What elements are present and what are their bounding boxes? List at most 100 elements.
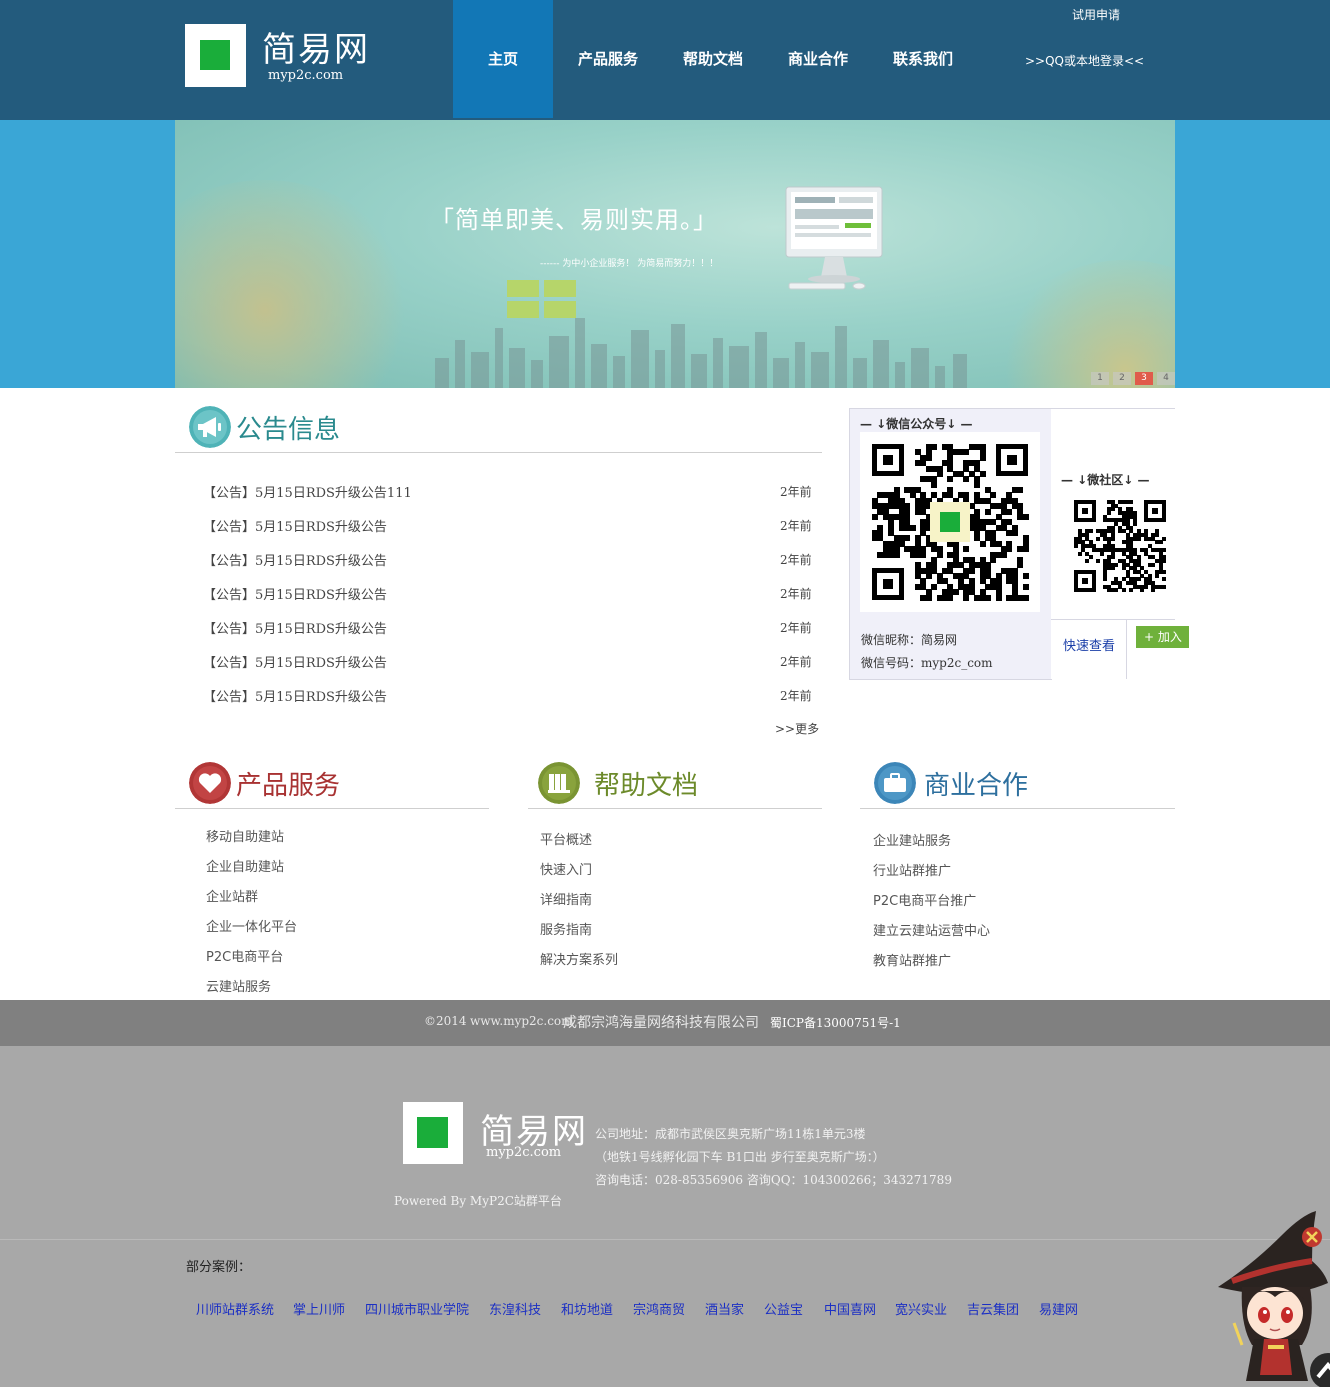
case-link[interactable]: 川师站群系统 — [196, 1299, 274, 1318]
mascot-character-widget[interactable] — [1212, 1205, 1330, 1387]
nav-products[interactable]: 产品服务 — [566, 0, 650, 118]
notice-item[interactable]: 【公告】5月15日RDS升级公告 2年前 — [203, 516, 813, 536]
notice-title: 【公告】5月15日RDS升级公告 — [203, 656, 387, 671]
qq-login-link[interactable]: >>QQ或本地登录<< — [1025, 52, 1144, 69]
help-link[interactable]: 服务指南 — [540, 919, 592, 938]
copyright-company: 成都宗鸿海量网络科技有限公司 — [563, 1015, 759, 1031]
community-qr-code — [1071, 497, 1171, 597]
logo-mark — [185, 24, 246, 87]
cooperation-link[interactable]: 企业建站服务 — [873, 830, 951, 849]
banner-slogan: 「简单即美、易则实用。」 — [430, 206, 718, 234]
site-logo[interactable]: 简易网 myp2c.com — [185, 24, 385, 88]
footer-logo-mark — [403, 1102, 463, 1164]
banner: 「简单即美、易则实用。」 ------ 为中小企业服务！ 为简易而努力！！！ 1… — [0, 120, 1330, 388]
banner-page-dot[interactable]: 1 — [1091, 372, 1109, 385]
banner-page-dot[interactable]: 2 — [1113, 372, 1131, 385]
product-link[interactable]: 企业一体化平台 — [206, 916, 297, 935]
footer-contact: 咨询电话：028-85356906 咨询QQ：104300266；3432717… — [595, 1173, 952, 1187]
nav-contact[interactable]: 联系我们 — [881, 0, 965, 118]
help-section-header: 帮助文档 — [528, 752, 822, 809]
notice-section-header: 公告信息 — [175, 396, 822, 453]
footer-logo-subtitle: myp2c.com — [486, 1145, 562, 1160]
notice-date: 2年前 — [780, 689, 812, 703]
case-link[interactable]: 和坊地道 — [561, 1299, 613, 1318]
cooperation-link[interactable]: 教育站群推广 — [873, 950, 951, 969]
product-link[interactable]: 移动自助建站 — [206, 826, 284, 845]
case-link[interactable]: 吉云集团 — [967, 1299, 1019, 1318]
footer-address: 公司地址：成都市武侯区奥克斯广场11栋1单元3楼 — [595, 1127, 866, 1141]
notice-item[interactable]: 【公告】5月15日RDS升级公告 2年前 — [203, 652, 813, 672]
case-link[interactable]: 酒当家 — [705, 1299, 744, 1318]
city-skyline-graphic — [425, 308, 1025, 388]
site-footer: 简易网 myp2c.com 公司地址：成都市武侯区奥克斯广场11栋1单元3楼 （… — [0, 1046, 1330, 1387]
notice-title: 【公告】5月15日RDS升级公告 — [203, 520, 387, 535]
cases-label: 部分案例： — [186, 1260, 252, 1275]
help-link[interactable]: 快速入门 — [540, 859, 592, 878]
qr-modules — [1074, 500, 1167, 593]
notice-item[interactable]: 【公告】5月15日RDS升级公告 2年前 — [203, 686, 813, 706]
briefcase-icon — [874, 762, 916, 804]
help-link[interactable]: 解决方案系列 — [540, 949, 618, 968]
case-link[interactable]: 掌上川师 — [293, 1299, 345, 1318]
case-link[interactable]: 中国喜网 — [824, 1299, 876, 1318]
join-button[interactable]: + 加入 — [1136, 626, 1189, 648]
case-link[interactable]: 宽兴实业 — [895, 1299, 947, 1318]
product-link[interactable]: 云建站服务 — [206, 976, 271, 995]
product-link[interactable]: 企业站群 — [206, 886, 258, 905]
case-link[interactable]: 易建网 — [1039, 1299, 1078, 1318]
site-header: 简易网 myp2c.com 主页 产品服务 帮助文档 商业合作 联系我们 试用申… — [0, 0, 1330, 120]
help-link[interactable]: 详细指南 — [540, 889, 592, 908]
computer-monitor-graphic — [785, 186, 883, 290]
copyright-domain[interactable]: www.myp2c.com — [470, 1014, 573, 1028]
icp-record-link[interactable]: 蜀ICP备13000751号-1 — [770, 1014, 901, 1031]
books-icon — [538, 762, 580, 804]
quick-view-link[interactable]: 快速查看 — [1063, 635, 1115, 654]
banner-subtitle: ------ 为中小企业服务！ 为简易而努力！！！ — [540, 259, 719, 269]
products-section-title: 产品服务 — [236, 771, 341, 801]
wechat-nickname: 微信昵称：简易网 — [861, 633, 958, 647]
logo-green-square — [200, 40, 230, 70]
case-link[interactable]: 东湟科技 — [489, 1299, 541, 1318]
cooperation-section-header: 商业合作 — [860, 752, 1175, 809]
banner-glow-left — [175, 180, 415, 388]
banner-slide[interactable]: 「简单即美、易则实用。」 ------ 为中小企业服务！ 为简易而努力！！！ 1… — [175, 120, 1175, 388]
notice-item[interactable]: 【公告】5月15日RDS升级公告 2年前 — [203, 550, 813, 570]
heart-icon — [189, 762, 231, 804]
notice-title: 【公告】5月15日RDS升级公告 — [203, 622, 387, 637]
notice-title: 【公告】5月15日RDS升级公告111 — [203, 486, 412, 501]
cooperation-link[interactable]: 建立云建站运营中心 — [873, 920, 990, 939]
case-link[interactable]: 公益宝 — [764, 1299, 803, 1318]
notice-date: 2年前 — [780, 553, 812, 567]
notice-date: 2年前 — [780, 485, 812, 499]
notice-item[interactable]: 【公告】5月15日RDS升级公告 2年前 — [203, 618, 813, 638]
product-link[interactable]: P2C电商平台 — [206, 946, 283, 965]
notice-more-link[interactable]: >>更多 — [775, 720, 819, 737]
trial-apply-link[interactable]: 试用申请 — [1072, 6, 1120, 23]
nav-home[interactable]: 主页 — [453, 0, 553, 118]
products-section-header: 产品服务 — [175, 752, 489, 809]
product-link[interactable]: 企业自助建站 — [206, 856, 284, 875]
notice-item[interactable]: 【公告】5月15日RDS升级公告 2年前 — [203, 584, 813, 604]
cooperation-link[interactable]: P2C电商平台推广 — [873, 890, 976, 909]
nav-cooperation[interactable]: 商业合作 — [776, 0, 860, 118]
footer-route: （地铁1号线孵化园下车 B1口出 步行至奥克斯广场：） — [595, 1150, 885, 1164]
wechat-qr-code — [860, 432, 1040, 612]
wechat-official-box: — ↓微信公众号↓ — 微信昵称：简易网 微信号码：myp2c_com — [849, 408, 1052, 680]
banner-page-dot[interactable]: 4 — [1157, 372, 1175, 385]
help-link[interactable]: 平台概述 — [540, 829, 592, 848]
nav-help-docs[interactable]: 帮助文档 — [671, 0, 755, 118]
megaphone-icon — [189, 406, 231, 448]
notice-title: 【公告】5月15日RDS升级公告 — [203, 554, 387, 569]
notice-title: 【公告】5月15日RDS升级公告 — [203, 690, 387, 705]
notice-section-title: 公告信息 — [236, 415, 341, 445]
divider — [1051, 619, 1175, 620]
divider — [0, 1239, 1330, 1240]
notice-title: 【公告】5月15日RDS升级公告 — [203, 588, 387, 603]
case-link[interactable]: 宗鸿商贸 — [633, 1299, 685, 1318]
cooperation-link[interactable]: 行业站群推广 — [873, 860, 951, 879]
wechat-panel: — ↓微信公众号↓ — 微信昵称：简易网 微信号码：myp2c_com — ↓微… — [849, 408, 1189, 680]
help-section-title: 帮助文档 — [594, 771, 699, 801]
case-link[interactable]: 四川城市职业学院 — [365, 1299, 469, 1318]
notice-item[interactable]: 【公告】5月15日RDS升级公告111 2年前 — [203, 482, 813, 502]
banner-page-dot-active[interactable]: 3 — [1135, 372, 1153, 385]
